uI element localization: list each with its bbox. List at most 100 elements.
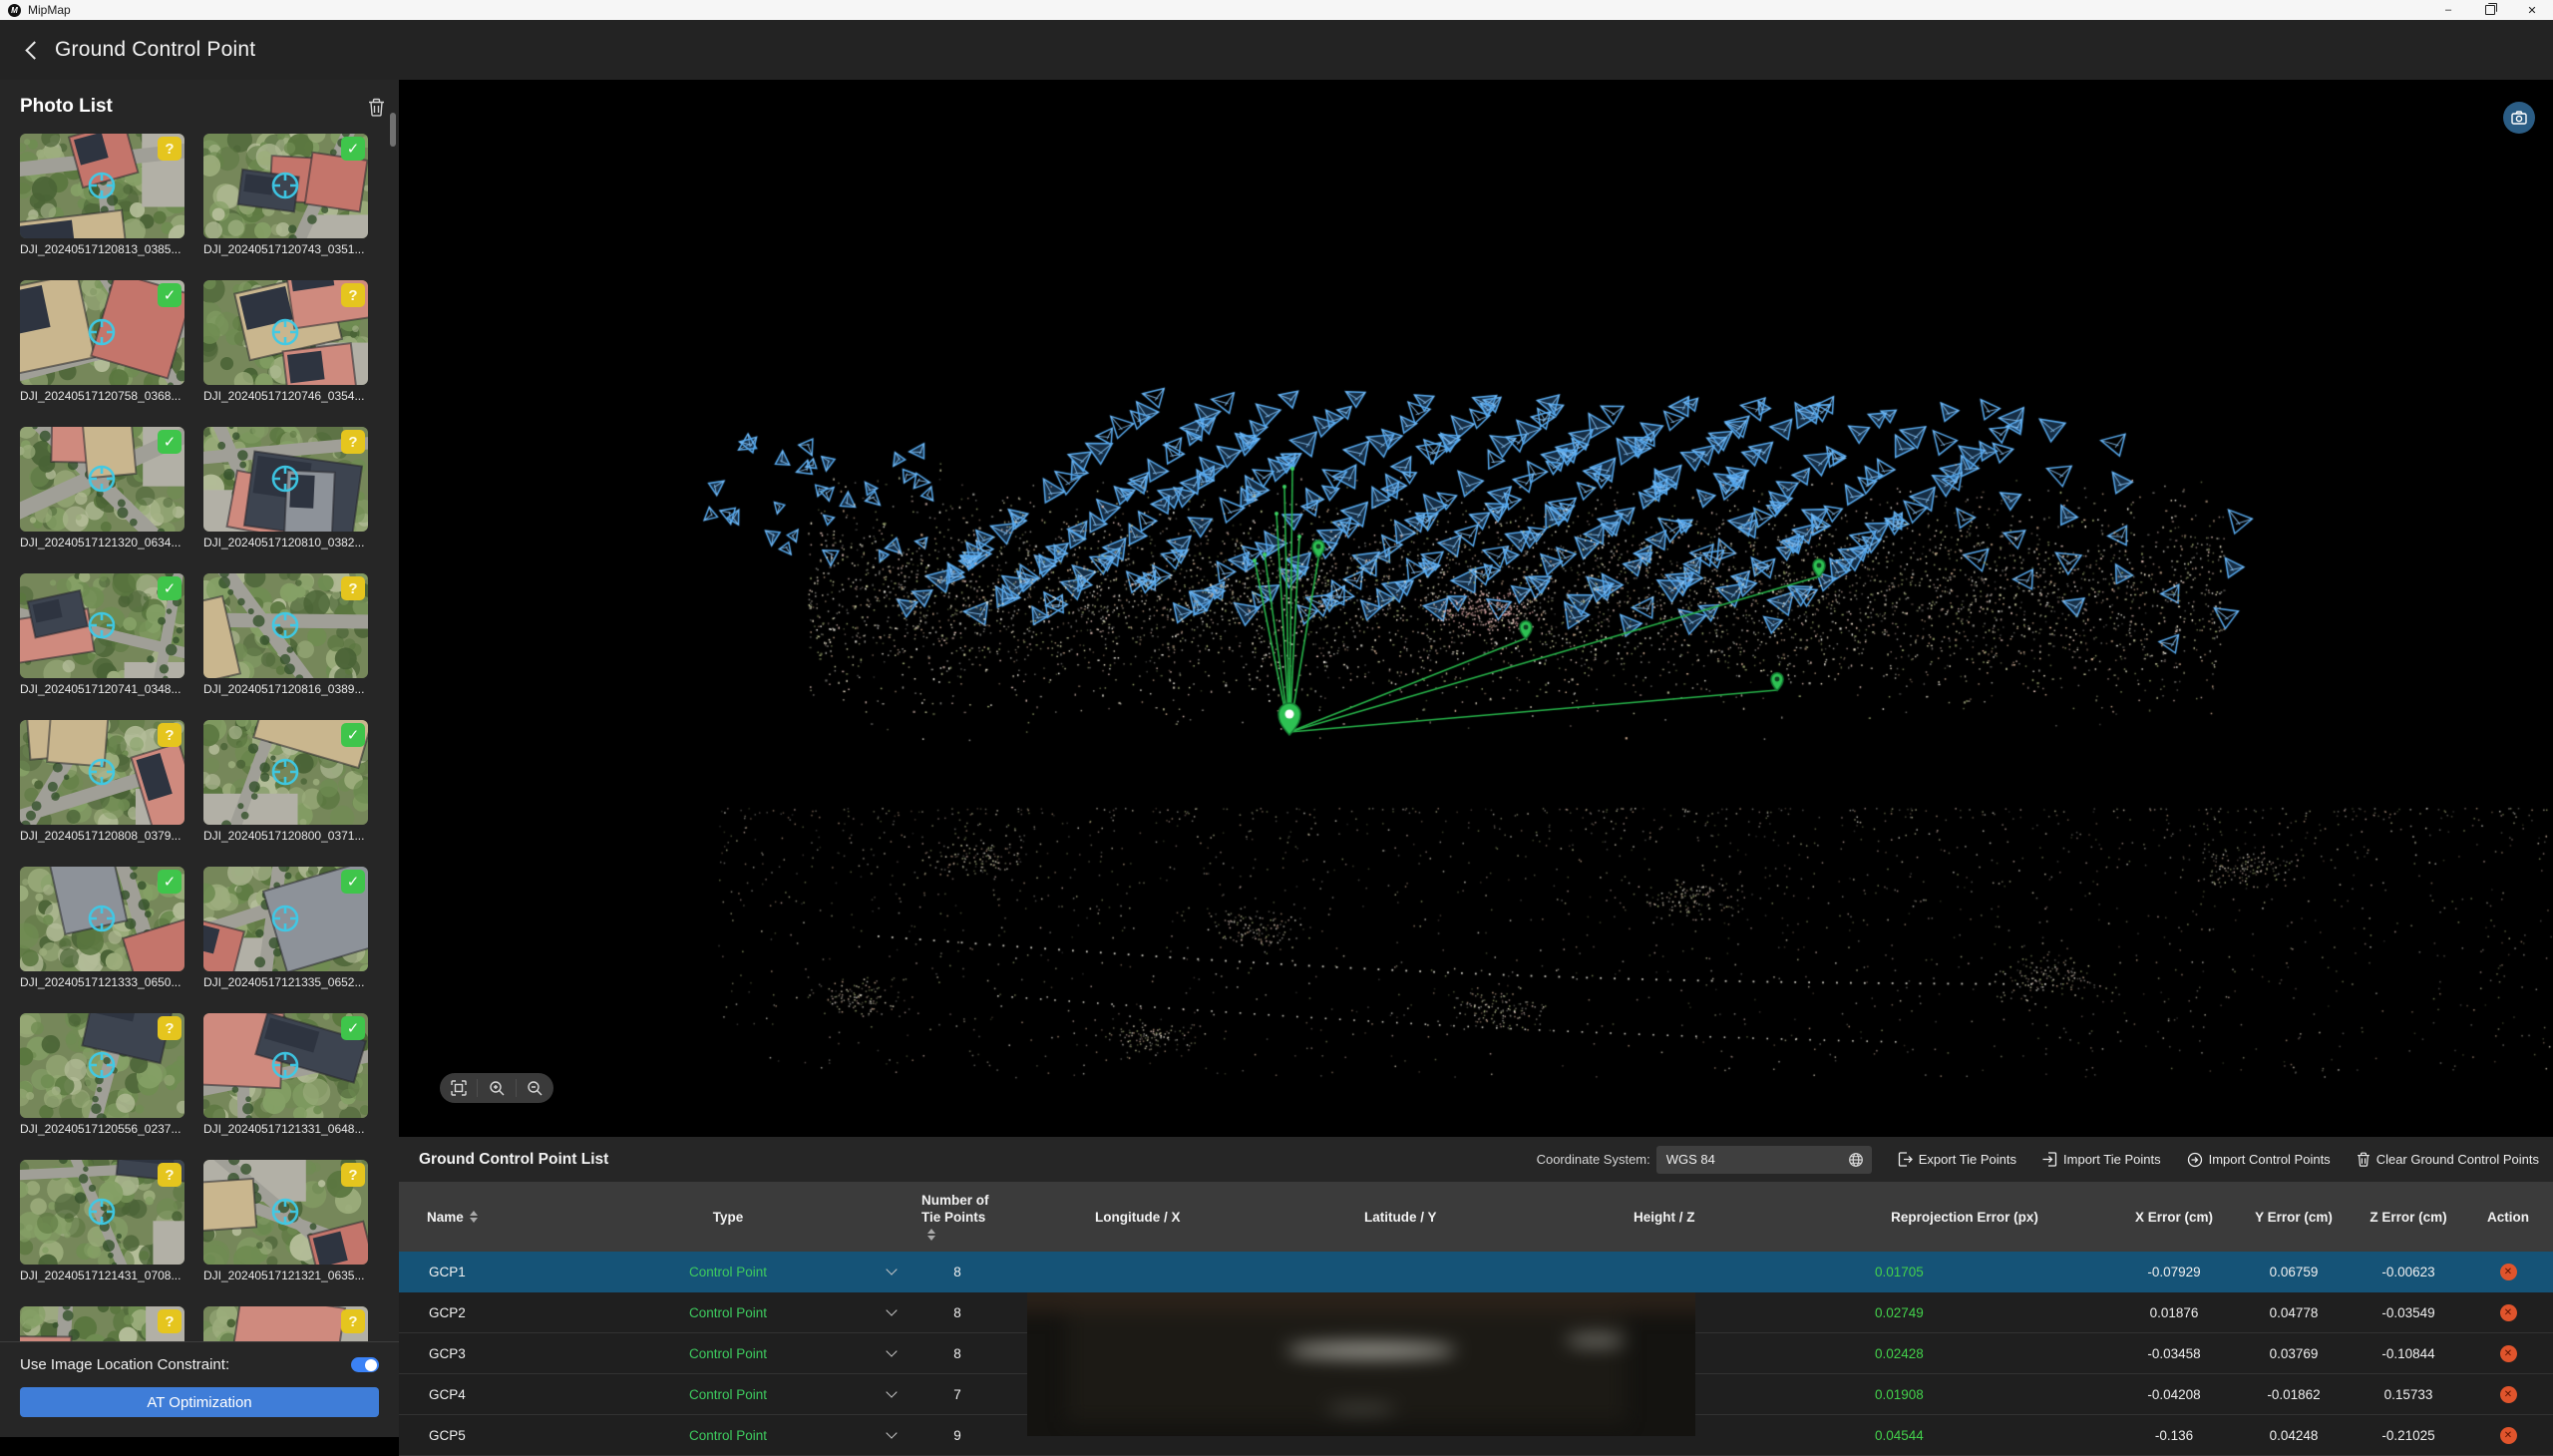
close-button[interactable]: ✕: [2511, 0, 2553, 20]
import-control-points-button[interactable]: Import Control Points: [2187, 1152, 2331, 1168]
export-tie-points-button[interactable]: Export Tie Points: [1898, 1152, 2016, 1167]
photo-item[interactable]: ✓ DJI_20240517121335_0652...: [203, 867, 368, 991]
zoom-out-button[interactable]: [516, 1079, 553, 1097]
gcp-latitude: [1276, 1333, 1546, 1373]
zoom-in-icon: [489, 1080, 505, 1096]
delete-gcp-button[interactable]: ✕: [2500, 1427, 2517, 1444]
photo-verified-badge: ✓: [158, 430, 182, 454]
viewport-toolbar: [440, 1073, 553, 1103]
chevron-down-icon: [886, 1345, 897, 1356]
app-logo-icon: M: [8, 4, 21, 17]
fit-view-button[interactable]: [440, 1079, 477, 1097]
import-tie-points-button[interactable]: Import Tie Points: [2042, 1152, 2161, 1167]
gcp-crosshair-icon: [268, 315, 302, 349]
photo-item[interactable]: ? DJI_20240517120808_0379...: [20, 720, 184, 845]
photo-item[interactable]: ✓ DJI_20240517121333_0650...: [20, 867, 184, 991]
photo-item[interactable]: ✓ DJI_20240517121320_0634...: [20, 427, 184, 551]
gcp-crosshair-icon: [268, 462, 302, 496]
clear-gcp-button[interactable]: Clear Ground Control Points: [2357, 1152, 2539, 1167]
chevron-down-icon: [886, 1386, 897, 1397]
photo-question-badge: ?: [158, 1309, 182, 1333]
sort-icon: [470, 1211, 478, 1223]
photo-item[interactable]: ✓ DJI_20240517120743_0351...: [203, 134, 368, 258]
gcp-height: [1546, 1292, 1815, 1332]
photo-item[interactable]: ?: [203, 1306, 368, 1341]
import-tie-points-label: Import Tie Points: [2063, 1152, 2161, 1167]
photo-item[interactable]: ? DJI_20240517120556_0237...: [20, 1013, 184, 1138]
gcp-action: ✕: [2463, 1252, 2553, 1291]
photo-thumbnail: ?: [20, 1013, 184, 1118]
gcp-name: GCP5: [399, 1415, 548, 1455]
gcp-y-error: 0.03769: [2234, 1333, 2354, 1373]
gcp-table-row[interactable]: GCP2 Control Point 8 0.02749 0.01876 0.0…: [399, 1292, 2553, 1333]
photo-grid: ? DJI_20240517120813_0385... ✓ DJI_20240…: [0, 134, 399, 1341]
photo-item[interactable]: ✓ DJI_20240517121331_0648...: [203, 1013, 368, 1138]
col-name[interactable]: Name: [399, 1209, 548, 1226]
photo-item[interactable]: ?: [20, 1306, 184, 1341]
photo-question-badge: ?: [341, 283, 365, 307]
gcp-latitude: [1276, 1252, 1546, 1291]
trash-small-icon: [2357, 1152, 2371, 1167]
optimization-panel: Use Image Location Constraint: AT Optimi…: [0, 1341, 399, 1437]
photo-item[interactable]: ? DJI_20240517120810_0382...: [203, 427, 368, 551]
sort-icon: [927, 1229, 935, 1241]
photo-list-scrollbar[interactable]: [390, 113, 396, 147]
col-latitude: Latitude / Y: [1276, 1209, 1546, 1226]
gcp-crosshair-icon: [85, 169, 119, 202]
gcp-type-select[interactable]: Control Point: [548, 1374, 908, 1414]
gcp-type-select[interactable]: Control Point: [548, 1252, 908, 1291]
gcp-tie-points: 8: [908, 1333, 1007, 1373]
coordinate-system-label: Coordinate System:: [1537, 1152, 1650, 1167]
delete-gcp-button[interactable]: ✕: [2500, 1345, 2517, 1362]
gcp-type-select[interactable]: Control Point: [548, 1333, 908, 1373]
3d-viewport[interactable]: [399, 80, 2553, 1137]
delete-gcp-button[interactable]: ✕: [2500, 1386, 2517, 1403]
photo-item[interactable]: ✓ DJI_20240517120758_0368...: [20, 280, 184, 405]
col-x-error: X Error (cm): [2114, 1209, 2234, 1226]
col-reprojection-error: Reprojection Error (px): [1815, 1209, 2114, 1226]
photo-item[interactable]: ? DJI_20240517121431_0708...: [20, 1160, 184, 1284]
gcp-table-header: Name Type Number of Tie Points Longitude…: [399, 1182, 2553, 1252]
gcp-reprojection-error: 0.01908: [1815, 1374, 2114, 1414]
zoom-out-icon: [527, 1080, 543, 1096]
minimize-button[interactable]: –: [2427, 0, 2469, 20]
photo-item[interactable]: ? DJI_20240517120813_0385...: [20, 134, 184, 258]
photo-thumbnail: ✓: [20, 573, 184, 678]
restore-button[interactable]: [2469, 0, 2511, 20]
location-constraint-toggle[interactable]: [351, 1357, 379, 1372]
gcp-table-row[interactable]: GCP3 Control Point 8 0.02428 -0.03458 0.…: [399, 1333, 2553, 1374]
delete-gcp-button[interactable]: ✕: [2500, 1264, 2517, 1280]
col-tie-points[interactable]: Number of Tie Points: [908, 1192, 1007, 1243]
gcp-type-select[interactable]: Control Point: [548, 1415, 908, 1455]
photo-question-badge: ?: [158, 1163, 182, 1187]
snapshot-button[interactable]: [2503, 102, 2535, 134]
point-cloud-scene: [399, 80, 2553, 1137]
delete-gcp-button[interactable]: ✕: [2500, 1304, 2517, 1321]
photo-thumbnail: ✓: [203, 134, 368, 238]
photo-item[interactable]: ✓ DJI_20240517120741_0348...: [20, 573, 184, 698]
gcp-table-row[interactable]: GCP4 Control Point 7 0.01908 -0.04208 -0…: [399, 1374, 2553, 1415]
gcp-crosshair-icon: [85, 315, 119, 349]
trash-icon[interactable]: [368, 98, 385, 117]
photo-filename: DJI_20240517121333_0650...: [20, 975, 184, 989]
zoom-in-button[interactable]: [477, 1079, 515, 1097]
gcp-action: ✕: [2463, 1374, 2553, 1414]
photo-item[interactable]: ✓ DJI_20240517120800_0371...: [203, 720, 368, 845]
at-optimization-button[interactable]: AT Optimization: [20, 1387, 379, 1417]
photo-item[interactable]: ? DJI_20240517121321_0635...: [203, 1160, 368, 1284]
gcp-crosshair-icon: [85, 902, 119, 935]
clear-gcp-label: Clear Ground Control Points: [2376, 1152, 2539, 1167]
photo-item[interactable]: ? DJI_20240517120816_0389...: [203, 573, 368, 698]
gcp-crosshair-icon: [85, 1048, 119, 1082]
photo-verified-badge: ✓: [341, 1016, 365, 1040]
back-icon[interactable]: [25, 41, 43, 59]
photo-item[interactable]: ? DJI_20240517120746_0354...: [203, 280, 368, 405]
gcp-table-row[interactable]: GCP1 Control Point 8 0.01705 -0.07929 0.…: [399, 1252, 2553, 1292]
gcp-type-select[interactable]: Control Point: [548, 1292, 908, 1332]
gcp-longitude: [1007, 1374, 1276, 1414]
coordinate-system-value: WGS 84: [1666, 1152, 1848, 1167]
coordinate-system-field[interactable]: WGS 84: [1656, 1146, 1872, 1174]
photo-filename: DJI_20240517120758_0368...: [20, 389, 184, 403]
photo-thumbnail: ?: [203, 573, 368, 678]
gcp-crosshair-icon: [268, 1195, 302, 1229]
